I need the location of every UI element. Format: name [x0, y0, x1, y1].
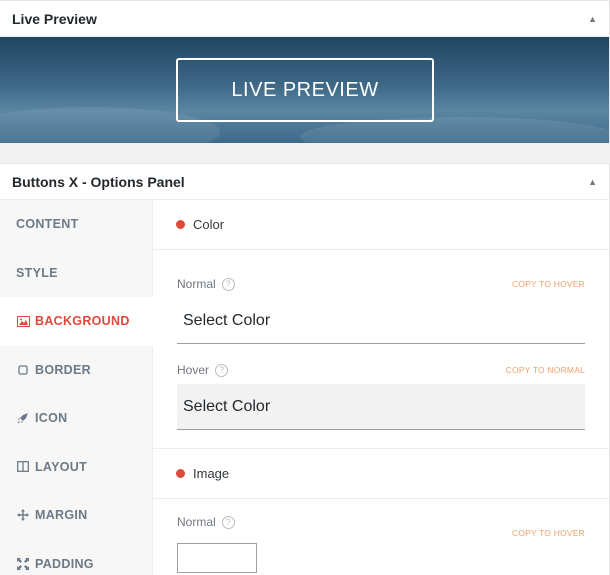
- color-normal-input[interactable]: [177, 298, 585, 344]
- sidebar-item-icon[interactable]: ICON: [0, 394, 152, 443]
- sidebar-item-layout[interactable]: LAYOUT: [0, 443, 152, 492]
- options-header[interactable]: Buttons X - Options Panel ▲: [0, 164, 609, 200]
- options-sidebar: CONTENT STYLE BACKGROUND BORDER ICON LAY…: [0, 200, 153, 575]
- sidebar-item-border[interactable]: BORDER: [0, 346, 152, 395]
- color-section-header: Color: [153, 200, 609, 250]
- sidebar-item-label: CONTENT: [16, 217, 79, 232]
- sidebar-item-label: STYLE: [16, 265, 58, 280]
- color-hover-label: Hover ?: [177, 363, 229, 377]
- help-icon[interactable]: ?: [221, 515, 235, 529]
- options-title: Buttons X - Options Panel: [12, 173, 185, 190]
- sidebar-item-label: BORDER: [35, 362, 91, 377]
- help-icon[interactable]: ?: [215, 363, 229, 377]
- bullet-icon: [176, 469, 185, 478]
- sidebar-item-background[interactable]: BACKGROUND: [0, 297, 153, 346]
- square-icon: [16, 365, 30, 375]
- options-panel: Buttons X - Options Panel ▲ CONTENT STYL…: [0, 163, 610, 575]
- live-preview-panel: Live Preview ▲ LIVE PREVIEW: [0, 0, 610, 143]
- sidebar-item-style[interactable]: STYLE: [0, 249, 152, 298]
- sidebar-item-label: ICON: [35, 411, 68, 426]
- color-hover-label-text: Hover: [177, 363, 210, 377]
- sidebar-item-label: BACKGROUND: [35, 314, 130, 329]
- triangle-up-icon[interactable]: ▲: [588, 14, 597, 24]
- sidebar-item-label: PADDING: [35, 556, 94, 571]
- live-preview-header[interactable]: Live Preview ▲: [0, 1, 609, 37]
- help-icon[interactable]: ?: [221, 277, 235, 291]
- color-normal-label: Normal ?: [177, 277, 235, 291]
- image-normal-label-text: Normal: [177, 515, 216, 529]
- image-icon: [16, 315, 30, 327]
- columns-icon: [16, 461, 30, 473]
- copy-to-hover-link[interactable]: COPY TO HOVER: [512, 279, 585, 289]
- copy-to-normal-link[interactable]: COPY TO NORMAL: [506, 365, 585, 375]
- image-section-header: Image: [153, 449, 609, 499]
- sidebar-item-content[interactable]: CONTENT: [0, 200, 152, 249]
- sidebar-item-padding[interactable]: PADDING: [0, 540, 152, 575]
- image-normal-label: Normal ?: [177, 515, 235, 529]
- live-preview-button[interactable]: LIVE PREVIEW: [176, 58, 434, 122]
- live-preview-title: Live Preview: [12, 10, 97, 27]
- sidebar-item-label: MARGIN: [35, 508, 88, 523]
- image-copy-to-hover-link[interactable]: COPY TO HOVER: [512, 528, 585, 538]
- bullet-icon: [176, 220, 185, 229]
- image-upload-box[interactable]: [177, 543, 257, 573]
- color-hover-input[interactable]: [177, 384, 585, 430]
- options-content: Color Normal ? COPY TO HOVER Hover ? C: [153, 200, 609, 575]
- image-section-title: Image: [193, 466, 230, 481]
- color-normal-label-text: Normal: [177, 277, 216, 291]
- sidebar-item-margin[interactable]: MARGIN: [0, 491, 152, 540]
- sidebar-item-label: LAYOUT: [35, 459, 88, 474]
- color-section-title: Color: [193, 217, 225, 232]
- preview-background: LIVE PREVIEW: [0, 37, 609, 143]
- expand-icon: [16, 557, 30, 570]
- move-icon: [16, 509, 30, 522]
- triangle-up-icon[interactable]: ▲: [588, 177, 597, 187]
- rocket-icon: [16, 412, 30, 424]
